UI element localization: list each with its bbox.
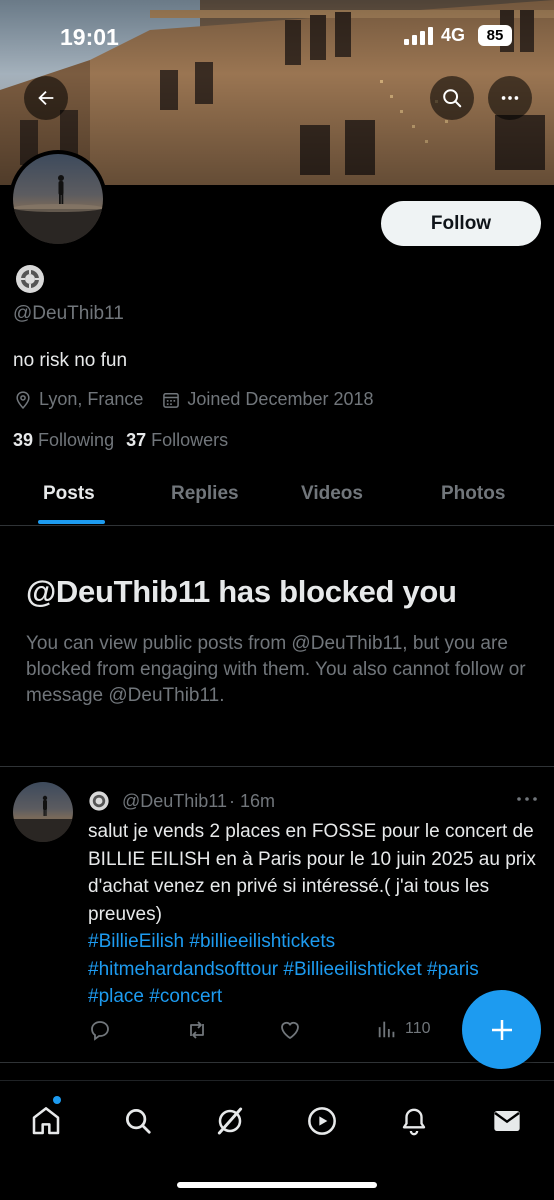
battery-indicator: 85 (478, 25, 512, 46)
nav-search[interactable] (118, 1101, 158, 1141)
grok-icon (217, 1107, 243, 1135)
post-divider-bottom (0, 1062, 554, 1063)
profile-meta: Lyon, France Joined December 2018 (13, 389, 392, 410)
post-time: · 16m (229, 790, 276, 811)
following-count: 39 (13, 430, 34, 450)
follow-button[interactable]: Follow (381, 201, 541, 246)
affiliate-badge-icon (16, 265, 44, 293)
blocked-message: You can view public posts from @DeuThib1… (26, 633, 526, 706)
video-play-icon (308, 1107, 336, 1135)
tab-photos[interactable]: Photos (441, 483, 505, 505)
location-pin-icon (16, 390, 30, 409)
repost-button[interactable] (185, 1018, 209, 1042)
repost-icon (190, 1021, 204, 1039)
more-options-button[interactable] (488, 76, 532, 120)
like-button[interactable] (278, 1018, 302, 1042)
avatar-image (13, 154, 103, 244)
profile-avatar[interactable] (9, 150, 107, 248)
post-more-button[interactable] (516, 790, 538, 811)
post-handle[interactable]: @DeuThib11 (122, 791, 227, 812)
envelope-icon (494, 1111, 520, 1131)
nav-grok[interactable] (210, 1101, 250, 1141)
profile-bio: no risk no fun (13, 350, 128, 371)
views-count: 110 (405, 1020, 431, 1037)
affiliate-badge-icon (89, 791, 109, 811)
following-link[interactable]: 39 Following (13, 430, 114, 450)
profile-location: Lyon, France (13, 389, 143, 410)
profile-tabs: Posts Replies Videos Photos (0, 470, 554, 526)
post-avatar[interactable] (13, 782, 73, 842)
views-button[interactable]: 110 (376, 1018, 431, 1040)
followers-label: Followers (151, 430, 229, 450)
post-actions: 110 (88, 1018, 448, 1046)
search-icon (126, 1109, 151, 1134)
reply-icon (91, 1021, 109, 1041)
arrow-left-icon (38, 90, 54, 106)
nav-home[interactable] (26, 1101, 66, 1141)
nav-video[interactable] (302, 1101, 342, 1141)
home-indicator (177, 1182, 377, 1188)
tab-replies[interactable]: Replies (171, 483, 239, 505)
post-avatar-silhouette (13, 795, 73, 842)
follow-counts: 39 Following 37 Followers (13, 430, 228, 451)
search-button[interactable] (430, 76, 474, 120)
post-header: @DeuThib11 · 16m (88, 790, 275, 812)
more-horizontal-icon (517, 797, 537, 801)
search-icon (443, 89, 462, 108)
status-time: 19:01 (60, 24, 119, 50)
plus-icon (491, 1019, 512, 1040)
nav-messages[interactable] (487, 1101, 527, 1141)
home-notification-dot (53, 1096, 61, 1104)
back-button[interactable] (24, 76, 68, 120)
active-tab-indicator (38, 520, 105, 524)
location-text: Lyon, France (39, 389, 144, 409)
profile-handle: @DeuThib11 (13, 303, 124, 324)
post-hashtags[interactable]: #BillieEilish #billieeilishtickets #hitm… (88, 928, 528, 1011)
post-text: salut je vends 2 places en FOSSE pour le… (88, 821, 536, 925)
home-icon (32, 1107, 60, 1135)
avatar-person-silhouette (13, 175, 103, 244)
more-horizontal-icon (501, 96, 519, 100)
views-bars-icon (378, 1021, 395, 1038)
tab-posts[interactable]: Posts (43, 483, 95, 505)
following-label: Following (38, 430, 115, 450)
calendar-icon (163, 392, 180, 408)
post-divider (0, 766, 554, 767)
tab-videos[interactable]: Videos (301, 483, 363, 505)
network-type: 4G (441, 25, 466, 45)
joined-text: Joined December 2018 (187, 389, 374, 409)
signal-icon (404, 27, 433, 45)
blocked-title: @DeuThib11 has blocked you (26, 574, 457, 609)
nav-notifications[interactable] (394, 1101, 434, 1141)
followers-link[interactable]: 37 Followers (126, 430, 228, 450)
reply-button[interactable] (88, 1018, 112, 1042)
status-bar: 19:01 4G 85 (0, 0, 554, 70)
heart-icon (281, 1021, 299, 1040)
profile-joined: Joined December 2018 (161, 389, 374, 410)
bell-icon (402, 1108, 426, 1136)
compose-button[interactable] (462, 990, 541, 1069)
followers-count: 37 (126, 430, 147, 450)
